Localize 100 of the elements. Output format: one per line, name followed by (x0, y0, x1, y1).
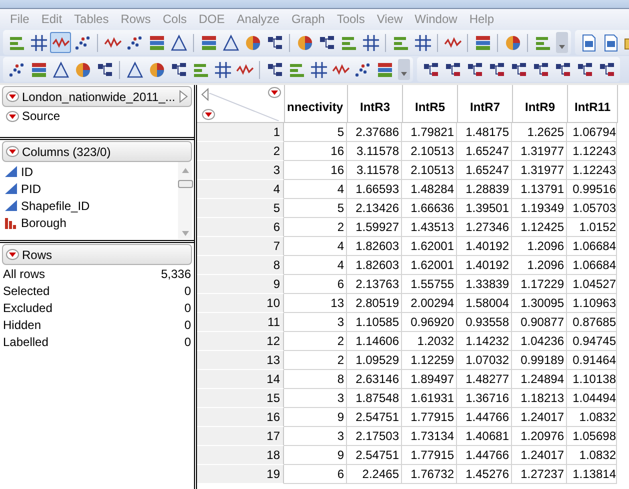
row-number[interactable]: 6 (197, 218, 284, 237)
table-script[interactable]: Source (2, 107, 192, 125)
table-cell: 2.17503 (347, 427, 402, 446)
document-icon (580, 34, 598, 52)
table-cell: 4 (284, 256, 347, 275)
row-number[interactable]: 4 (197, 180, 284, 199)
row-number[interactable]: 11 (197, 313, 284, 332)
table-cell: 1.40192 (457, 256, 512, 275)
table-cell: 1.44766 (457, 446, 512, 465)
scrollbar[interactable] (178, 162, 192, 239)
column-name: PID (21, 182, 42, 196)
table-cell: 16 (284, 142, 347, 161)
table-cell: 1.10585 (347, 313, 402, 332)
row-number[interactable]: 8 (197, 256, 284, 275)
table-cell: 1.48284 (402, 180, 457, 199)
panel-header[interactable]: Columns (323/0) (2, 141, 192, 162)
row-number[interactable]: 2 (197, 142, 284, 161)
dropdown-menu-icon[interactable] (6, 110, 19, 122)
table-cell: 2 (284, 351, 347, 370)
row-number[interactable]: 17 (197, 427, 284, 446)
scatter-plot-icon (354, 60, 372, 78)
collapse-arrow-icon[interactable] (201, 88, 209, 101)
table-cell: 1.20976 (512, 427, 567, 446)
row-number[interactable]: 15 (197, 389, 284, 408)
table-cell: 0.99189 (512, 351, 567, 370)
pie-chart-icon (74, 60, 92, 78)
row-number[interactable]: 1 (197, 123, 284, 142)
table-cell: 5 (284, 123, 347, 142)
table-cell: 1.28839 (457, 180, 512, 199)
column-header[interactable]: IntR3 (348, 85, 403, 123)
stripes-icon (376, 60, 394, 78)
panel-header[interactable]: Rows (2, 244, 192, 265)
row-number[interactable]: 3 (197, 161, 284, 180)
table-cell: 1.55755 (402, 275, 457, 294)
row-number[interactable]: 10 (197, 294, 284, 313)
table-cell: 1.66593 (347, 180, 402, 199)
toolbar-button[interactable] (28, 32, 49, 53)
table-cell: 6 (284, 275, 347, 294)
table-cell: 2.63146 (347, 370, 402, 389)
toolbar-button[interactable] (412, 32, 433, 53)
table-name: London_nationwide_2011_... (22, 90, 176, 104)
panel-header[interactable]: London_nationwide_2011_... (2, 86, 192, 107)
tree-icon (266, 34, 284, 52)
table-cell: 1.48175 (457, 123, 512, 142)
toolbar-button[interactable] (360, 32, 381, 53)
panel-title: Columns (323/0) (22, 144, 112, 158)
table-cell: 1.09529 (347, 351, 402, 370)
table-cell: 1.2625 (512, 123, 567, 142)
tree-icon (444, 60, 462, 78)
toolbar-button[interactable] (124, 59, 145, 80)
row-number[interactable]: 7 (197, 237, 284, 256)
toolbar-button[interactable] (50, 59, 71, 80)
triangle-icon (222, 34, 240, 52)
table-cell: 0.90877 (512, 313, 567, 332)
tree-icon (422, 60, 440, 78)
toolbar-button[interactable] (212, 59, 233, 80)
dropdown-menu-icon[interactable] (202, 109, 215, 120)
toolbar-overflow-icon[interactable] (556, 32, 568, 53)
tree-icon (318, 34, 336, 52)
row-number[interactable]: 19 (197, 465, 284, 484)
row-state-label: Excluded (3, 300, 52, 314)
row-number[interactable]: 16 (197, 408, 284, 427)
column-header[interactable]: nnectivity (285, 85, 348, 123)
table-cell: 1.76732 (402, 465, 457, 484)
dropdown-menu-icon[interactable] (6, 91, 19, 102)
toolbar-button[interactable] (220, 32, 241, 53)
column-header[interactable]: IntR9 (513, 85, 568, 123)
dropdown-menu-icon[interactable] (6, 146, 19, 157)
column-item[interactable]: Borough (2, 214, 178, 231)
table-cell: 1.05703 (567, 199, 617, 218)
row-number[interactable]: 9 (197, 275, 284, 294)
tree-icon (576, 60, 594, 78)
row-number[interactable]: 14 (197, 370, 284, 389)
column-name: Shapefile_ID (21, 198, 90, 212)
table-cell: 1.30095 (512, 294, 567, 313)
column-header[interactable]: IntR5 (403, 85, 458, 123)
dropdown-menu-icon[interactable] (6, 249, 19, 260)
row-number[interactable]: 18 (197, 446, 284, 465)
expand-arrow-icon[interactable] (179, 90, 188, 103)
toolbar-button[interactable] (168, 32, 189, 53)
row-number[interactable]: 5 (197, 199, 284, 218)
column-header[interactable]: IntR7 (458, 85, 513, 123)
dropdown-menu-icon[interactable] (268, 87, 281, 98)
toolbar-button[interactable] (50, 32, 71, 53)
toolbar-overflow-icon[interactable] (398, 59, 410, 80)
table-cell: 1.06684 (567, 237, 617, 256)
row-number[interactable]: 12 (197, 332, 284, 351)
table-cell: 0.87685 (567, 313, 617, 332)
table-cell: 1.40681 (457, 427, 512, 446)
row-number[interactable]: 13 (197, 351, 284, 370)
scroll-thumb[interactable] (178, 180, 192, 188)
table-cell: 1.06684 (567, 256, 617, 275)
row-state-label: Labelled (3, 334, 48, 348)
row-state-label: Hidden (3, 318, 42, 332)
toolbar-button[interactable] (308, 59, 329, 80)
column-item[interactable]: Shapefile_ID (2, 197, 178, 214)
table-cell: 1.0832 (567, 408, 617, 427)
column-item[interactable]: PID (2, 180, 178, 197)
column-item[interactable]: ID (2, 163, 178, 180)
column-header[interactable]: IntR11 (568, 85, 618, 123)
